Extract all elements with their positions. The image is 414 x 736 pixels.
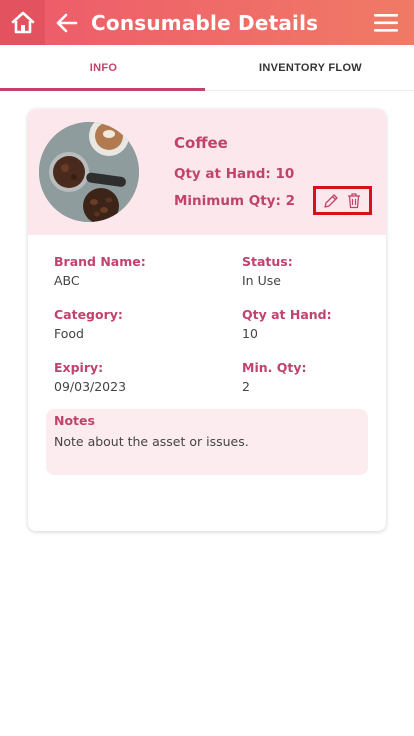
notes-text: Note about the asset or issues.	[54, 434, 249, 449]
expiry-label: Expiry:	[54, 360, 104, 375]
tab-info[interactable]: INFO	[0, 45, 207, 91]
item-actions	[313, 186, 372, 215]
expiry-value: 09/03/2023	[54, 379, 127, 394]
back-button[interactable]	[47, 0, 87, 45]
qty-hand-value: 10	[242, 326, 258, 341]
category-value: Food	[54, 326, 84, 341]
qty-at-hand-summary: Qty at Hand: 10	[174, 166, 295, 182]
home-icon	[11, 11, 34, 33]
arrow-left-icon	[56, 13, 78, 32]
tab-inventory-flow[interactable]: INVENTORY FLOW	[207, 45, 414, 91]
pencil-icon	[324, 193, 338, 208]
notes-box: Notes Note about the asset or issues.	[46, 409, 368, 475]
min-qty-field: Min. Qty: 2	[242, 360, 306, 394]
category-field: Category: Food	[54, 307, 123, 341]
status-label: Status:	[242, 254, 293, 269]
coffee-photo	[39, 122, 139, 222]
active-tab-indicator	[0, 88, 205, 91]
edit-button[interactable]	[321, 191, 341, 211]
minimum-qty-summary: Minimum Qty: 2	[174, 193, 295, 209]
brand-label: Brand Name:	[54, 254, 146, 269]
page-title: Consumable Details	[91, 10, 319, 35]
status-field: Status: In Use	[242, 254, 293, 288]
tab-bar: INFO INVENTORY FLOW	[0, 45, 414, 91]
category-label: Category:	[54, 307, 123, 322]
expiry-field: Expiry: 09/03/2023	[54, 360, 126, 394]
qty-hand-label: Qty at Hand:	[242, 307, 332, 322]
card-summary: Coffee Qty at Hand: 10 Minimum Qty: 2	[28, 109, 386, 235]
hamburger-menu-icon	[374, 13, 398, 32]
consumable-card: Coffee Qty at Hand: 10 Minimum Qty: 2 Br…	[28, 109, 386, 531]
min-qty-label: Min. Qty:	[242, 360, 307, 375]
brand-field: Brand Name: ABC	[54, 254, 146, 288]
item-name: Coffee	[174, 134, 228, 152]
trash-icon	[347, 193, 360, 209]
notes-label: Notes	[54, 413, 95, 428]
min-qty-value: 2	[242, 379, 250, 394]
home-button[interactable]	[0, 0, 45, 45]
status-value: In Use	[242, 273, 281, 288]
app-header: Consumable Details	[0, 0, 414, 45]
delete-button[interactable]	[344, 191, 364, 211]
qty-hand-field: Qty at Hand: 10	[242, 307, 332, 341]
menu-button[interactable]	[358, 0, 414, 45]
brand-value: ABC	[54, 273, 80, 288]
